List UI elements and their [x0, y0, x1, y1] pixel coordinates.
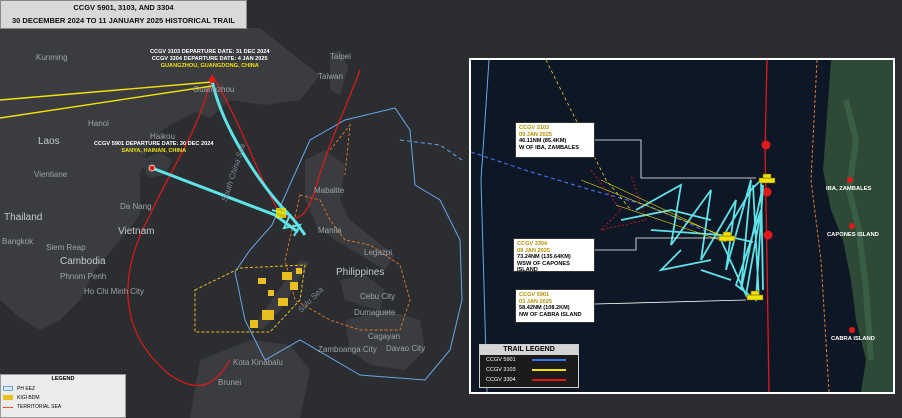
label-siem-reap: Siem Reap: [46, 243, 86, 252]
map-title-line1: CCGV 5901, 3103, AND 3304: [73, 3, 174, 12]
trail-legend-swatch: [532, 359, 566, 361]
departure-guangzhou: CCGV 3103 DEPARTURE DATE: 31 DEC 2024 CC…: [150, 49, 270, 69]
label-bangkok: Bangkok: [2, 237, 34, 246]
label-davao: Davao City: [386, 344, 426, 353]
label-zamboanga: Zamboanga City: [318, 345, 377, 354]
map-title-line2: 30 DECEMBER 2024 TO 11 JANUARY 2025 HIST…: [12, 16, 235, 25]
callout-ccgv-3304: CCGV 3304 09 JAN 2025 73.24NM (135.64KM)…: [513, 238, 595, 273]
trail-legend-title: TRAIL LEGEND: [480, 345, 578, 355]
inset-map: CCGV 3103 09 JAN 2025 46.11NM (85.4KM) W…: [469, 58, 895, 394]
label-haikou: Haikou: [150, 132, 175, 141]
map-legend-row: TERRITORIAL SEA: [1, 402, 125, 411]
inset-marker-iba: [847, 177, 853, 183]
label-ho-chi-minh: Ho Chi Minh City: [84, 287, 145, 296]
map-legend: LEGEND PH EEZ KIGI BDM TERRITORIAL SEA: [0, 374, 126, 418]
legend-swatch-eez: [3, 386, 13, 391]
callout-ccgv-3103: CCGV 3103 09 JAN 2025 46.11NM (85.4KM) W…: [515, 122, 595, 158]
label-kota-kinabalu: Kota Kinabalu: [233, 358, 283, 367]
trail-legend: TRAIL LEGEND CCGV 5901 CCGV 3103 CCGV 33…: [479, 344, 579, 388]
label-guangzhou: Guangzhou: [193, 85, 235, 94]
label-taipei: Taipei: [330, 52, 351, 61]
label-hanoi: Hanoi: [88, 119, 109, 128]
label-cebu-city: Cebu City: [360, 292, 396, 301]
callout-ccgv-5901: CCGV 5901 03 JAN 2025 58.42NM (108.2KM) …: [515, 289, 595, 323]
trail-legend-row: CCGV 3304: [480, 375, 578, 385]
inset-marker-capones: [849, 223, 855, 229]
label-mabalite: Mabalite: [314, 186, 345, 195]
legend-swatch-kigi: [3, 395, 13, 400]
mainland-asia: [0, 28, 320, 330]
inset-marker-c: [763, 230, 773, 240]
inset-map-canvas: [471, 60, 893, 392]
inset-label-cabra: CABRA ISLAND: [831, 336, 875, 342]
map-legend-title: LEGEND: [51, 376, 75, 382]
trail-legend-swatch: [532, 369, 566, 371]
label-dumaguete: Dumaguete: [354, 308, 396, 317]
label-manila: Manila: [318, 226, 342, 235]
label-da-nang: Da Nang: [120, 202, 152, 211]
label-cagayan: Cagayan: [368, 332, 401, 341]
borneo-island: [190, 340, 310, 418]
legend-swatch-territorial-sea: [3, 407, 13, 408]
label-taiwan: Taiwan: [318, 72, 343, 81]
map-legend-row: PH EEZ: [1, 384, 125, 393]
map-title-box: CCGV 5901, 3103, AND 3304 30 DECEMBER 20…: [0, 0, 247, 29]
trail-legend-row: CCGV 5901: [480, 355, 578, 365]
trail-legend-row: CCGV 3103: [480, 365, 578, 375]
map-legend-row: KIGI BDM: [1, 393, 125, 402]
label-legazpi: Legazpi: [364, 248, 393, 257]
label-cambodia: Cambodia: [60, 256, 106, 267]
inset-marker-b: [762, 187, 772, 197]
inset-label-capones: CAPONES ISLAND: [827, 232, 879, 238]
trail-legend-swatch: [532, 379, 566, 381]
departure-sanya: CCGV 5901 DEPARTURE DATE: 30 DEC 2024 SA…: [94, 141, 214, 154]
inset-label-iba: IBA, ZAMBALES: [826, 186, 872, 192]
label-laos: Laos: [38, 136, 60, 147]
label-vientiane: Vientiane: [34, 170, 68, 179]
label-vietnam: Vietnam: [118, 226, 155, 237]
label-phnom-penh: Phnom Penh: [60, 272, 107, 281]
label-brunei: Brunei: [218, 378, 242, 387]
label-kunming: Kunming: [36, 53, 68, 62]
inset-marker-cabra: [849, 327, 855, 333]
inset-marker-a: [761, 140, 771, 150]
label-philippines: Philippines: [336, 267, 385, 278]
label-thailand: Thailand: [4, 212, 43, 223]
